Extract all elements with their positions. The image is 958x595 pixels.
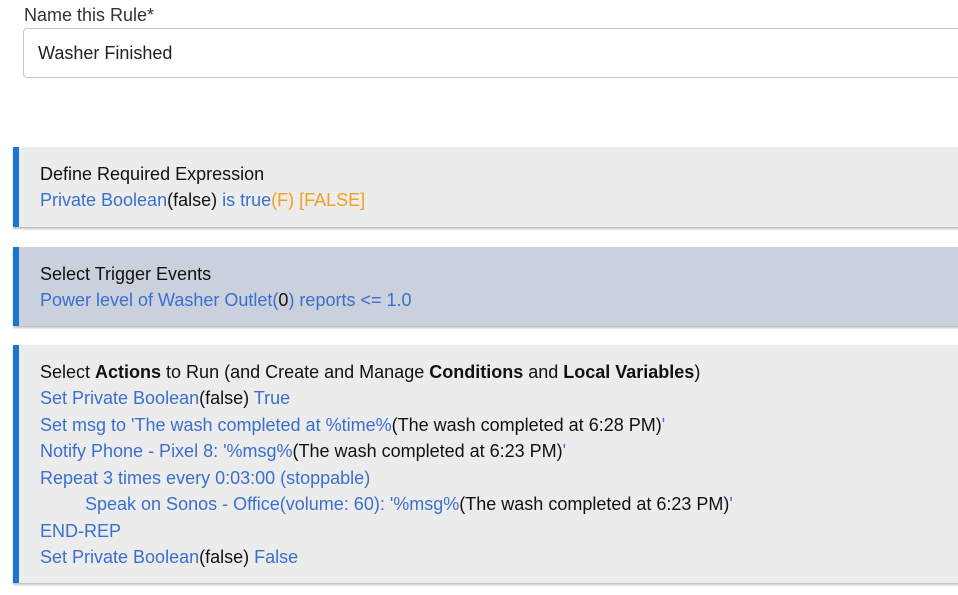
- action-text: Repeat 3 times every 0:03:00 (stoppable): [40, 467, 371, 488]
- expr-current-state: (F): [271, 190, 295, 210]
- action-value: (The wash completed at 6:23 PM): [292, 441, 563, 461]
- required-expression-line: Private Boolean(false) is true(F) [FALSE…: [40, 187, 958, 214]
- trigger-condition: ) reports <= 1.0: [288, 290, 412, 310]
- trigger-event-line: Power level of Washer Outlet(0) reports …: [40, 287, 958, 314]
- action-text: ': [661, 414, 666, 435]
- trigger-device: Power level of Washer Outlet(: [40, 290, 279, 310]
- expr-condition: is true: [217, 190, 272, 210]
- action-text: Set msg to 'The wash completed at %time%: [40, 414, 392, 435]
- trigger-events-title: Select Trigger Events: [40, 264, 212, 284]
- action-item: Set Private Boolean(false) True: [40, 385, 958, 412]
- action-item: END-REP: [40, 518, 958, 545]
- required-expression-card[interactable]: Define Required Expression Private Boole…: [13, 147, 958, 227]
- rule-name-label: Name this Rule*: [24, 5, 155, 25]
- action-text: Set Private Boolean: [40, 388, 200, 408]
- action-text: ': [729, 494, 733, 514]
- action-item: Set Private Boolean(false) False: [40, 544, 958, 571]
- actions-title-part: to Run (and Create and Manage: [161, 362, 430, 382]
- trigger-events-card[interactable]: Select Trigger Events Power level of Was…: [13, 247, 958, 326]
- expr-subject: Private Boolean: [40, 190, 168, 210]
- rule-name-input[interactable]: [23, 28, 958, 78]
- action-value: (The wash completed at 6:28 PM): [391, 414, 662, 435]
- required-expression-title: Define Required Expression: [40, 164, 265, 184]
- action-item: Repeat 3 times every 0:03:00 (stoppable): [40, 465, 958, 492]
- expr-subject-arg: (false): [167, 190, 218, 210]
- action-text: Set Private Boolean: [40, 547, 200, 567]
- actions-title-bold: Conditions: [429, 362, 524, 382]
- trigger-value: 0: [278, 290, 289, 310]
- actions-card[interactable]: Select Actions to Run (and Create and Ma…: [13, 345, 958, 583]
- action-text: Speak on Sonos - Office(volume: 60): '%m…: [85, 494, 460, 514]
- action-item: Notify Phone - Pixel 8: '%msg%(The wash …: [40, 438, 958, 465]
- action-item: Set msg to 'The wash completed at %time%…: [40, 412, 958, 439]
- action-value: (false): [199, 547, 250, 567]
- action-text: ': [562, 441, 567, 461]
- expr-result: [FALSE]: [294, 190, 366, 210]
- action-text: END-REP: [40, 520, 122, 541]
- action-text: True: [249, 388, 291, 408]
- action-item: Speak on Sonos - Office(volume: 60): '%m…: [40, 491, 958, 518]
- action-value: (false): [199, 388, 250, 408]
- actions-title-part: ): [694, 362, 701, 382]
- actions-title-bold: Actions: [95, 362, 162, 382]
- actions-title-part: and: [523, 362, 564, 382]
- actions-title: Select Actions to Run (and Create and Ma…: [40, 359, 958, 385]
- action-text: Notify Phone - Pixel 8: '%msg%: [40, 441, 293, 461]
- actions-title-part: Select: [40, 362, 96, 382]
- action-text: False: [249, 547, 299, 567]
- action-value: (The wash completed at 6:23 PM): [459, 494, 730, 514]
- actions-title-bold: Local Variables: [563, 362, 695, 382]
